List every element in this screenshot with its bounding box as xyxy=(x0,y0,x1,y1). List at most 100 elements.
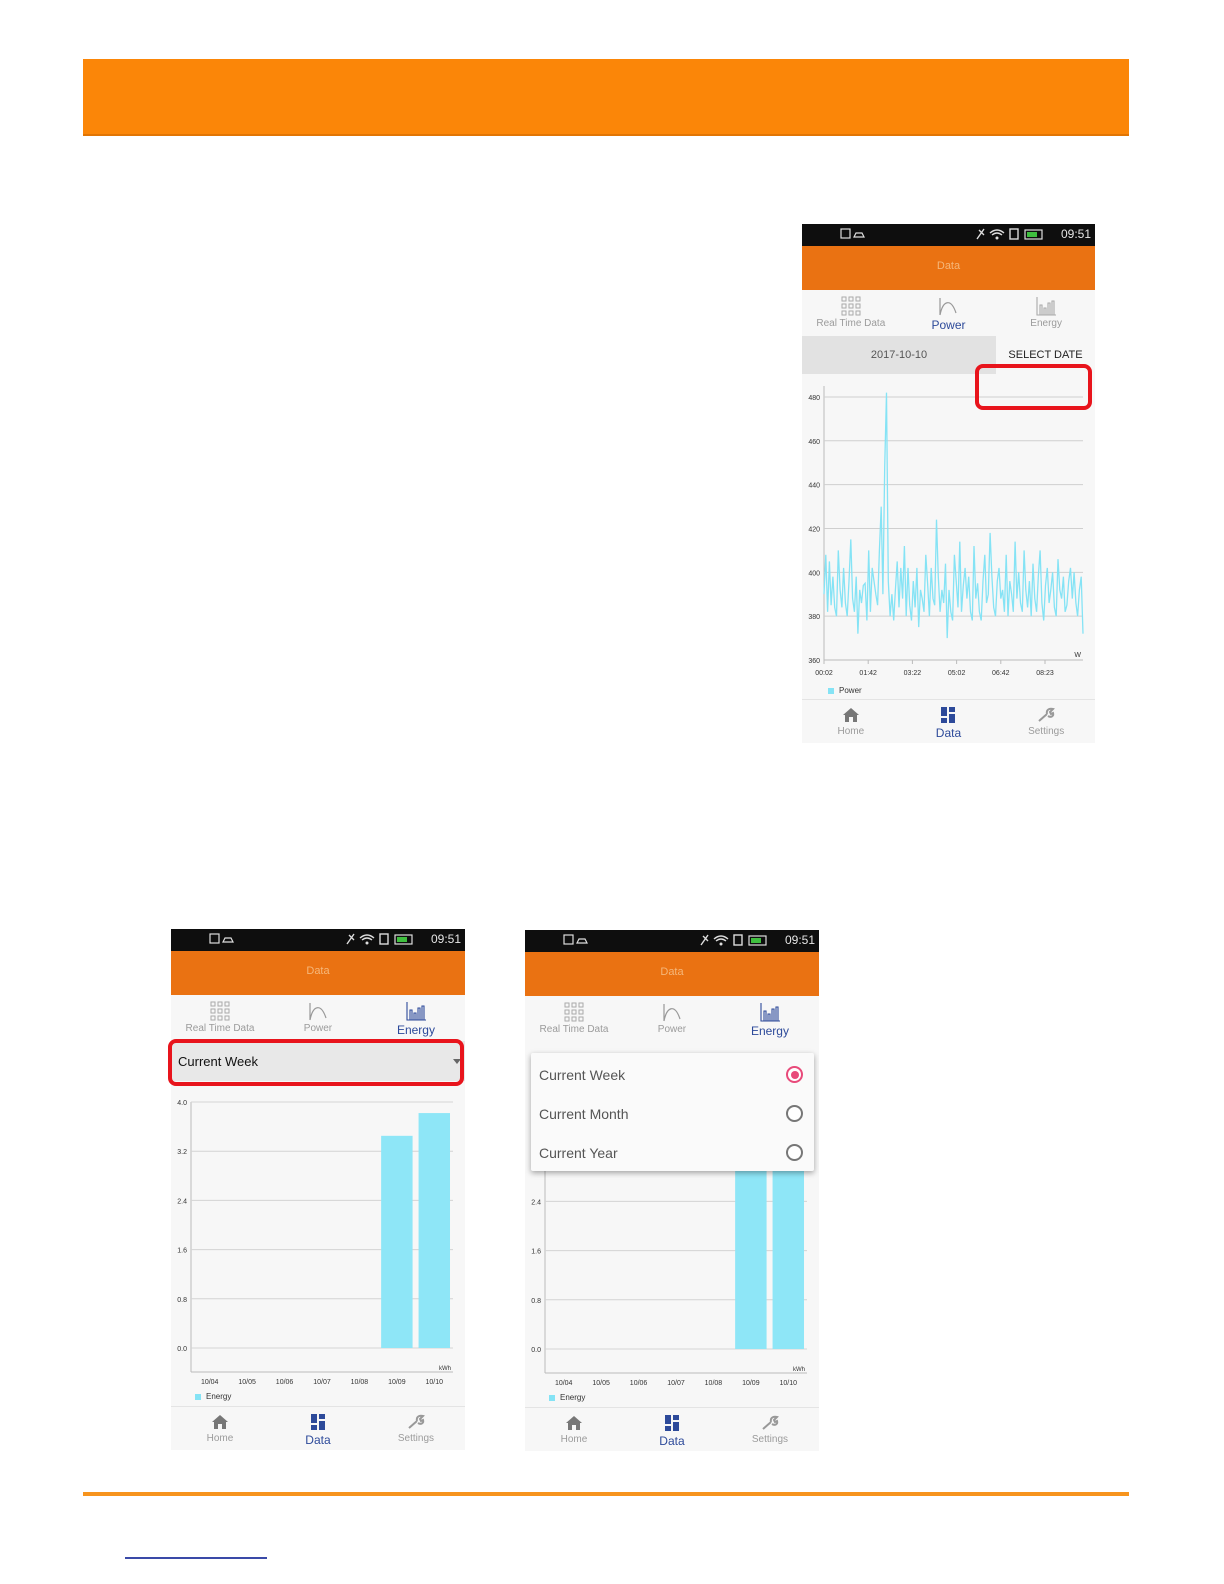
tab-real-time-data[interactable]: Real Time Data xyxy=(802,290,900,334)
option-current-year[interactable]: Current Year xyxy=(531,1133,814,1172)
x-tick-label: 10/08 xyxy=(351,1379,369,1386)
legend-label: Energy xyxy=(560,1393,586,1402)
footer-link-underline[interactable] xyxy=(125,1557,267,1559)
x-tick-label: 10/09 xyxy=(388,1379,406,1386)
y-tick-label: 0.0 xyxy=(177,1346,187,1353)
tab-real-time-data[interactable]: Real Time Data xyxy=(525,996,623,1040)
phone-energy-screen: 09:51 Data Real Time Data Power Energy C… xyxy=(171,929,465,1450)
status-time: 09:51 xyxy=(430,932,461,946)
legend-swatch xyxy=(828,688,834,694)
notification-icons xyxy=(563,934,588,945)
nav-settings[interactable]: Settings xyxy=(367,1407,465,1450)
tab-power[interactable]: Power xyxy=(900,290,998,334)
signal-battery-icons xyxy=(976,228,1043,240)
curve-icon xyxy=(939,298,958,316)
app-bar: Data xyxy=(525,952,819,996)
y-tick-label: 440 xyxy=(808,483,820,490)
x-tick-label: 00:02 xyxy=(815,670,833,677)
x-tick-label: 05:02 xyxy=(948,670,966,677)
y-tick-label: 2.4 xyxy=(531,1199,541,1206)
x-tick-label: 10/04 xyxy=(555,1380,573,1387)
x-tick-label: 03:22 xyxy=(904,670,922,677)
nav-settings[interactable]: Settings xyxy=(721,1408,819,1451)
nav-data[interactable]: Data xyxy=(269,1407,367,1450)
nav-data[interactable]: Data xyxy=(900,700,998,743)
wrench-icon xyxy=(408,1414,425,1429)
nav-data[interactable]: Data xyxy=(623,1408,721,1451)
x-tick-label: 10/06 xyxy=(276,1379,294,1386)
y-tick-label: 1.6 xyxy=(531,1249,541,1256)
notification-icons xyxy=(840,228,865,239)
y-tick-label: 460 xyxy=(808,439,820,446)
tab-power[interactable]: Power xyxy=(623,996,721,1040)
bar-chart-icon xyxy=(406,1002,426,1021)
unit-label: kWh xyxy=(793,1367,805,1373)
chart-legend: Energy xyxy=(195,1392,231,1401)
bottom-navigation: Home Data Settings xyxy=(802,699,1095,743)
radio-selected-icon[interactable] xyxy=(786,1066,803,1083)
phone-energy-dropdown-screen: 09:51 Data Real Time Data Power Energy 0… xyxy=(525,930,819,1451)
legend-label: Energy xyxy=(206,1392,232,1401)
y-tick-label: 0.8 xyxy=(177,1297,187,1304)
y-tick-label: 380 xyxy=(808,614,820,621)
chart-legend: Energy xyxy=(549,1393,585,1402)
x-tick-label: 10/10 xyxy=(780,1380,798,1387)
x-tick-label: 10/06 xyxy=(630,1380,648,1387)
y-tick-label: 420 xyxy=(808,526,820,533)
tab-energy[interactable]: Energy xyxy=(721,996,819,1040)
footer-rule xyxy=(83,1492,1129,1496)
nav-home[interactable]: Home xyxy=(171,1407,269,1450)
tab-real-time-data[interactable]: Real Time Data xyxy=(171,995,269,1039)
period-dropdown-menu: Current Week Current Month Current Year xyxy=(531,1053,814,1171)
home-icon xyxy=(211,1415,228,1429)
bottom-navigation: Home Data Settings xyxy=(525,1407,819,1451)
status-bar: 09:51 xyxy=(525,930,819,952)
wrench-icon xyxy=(762,1415,779,1430)
data-tabs: Real Time Data Power Energy xyxy=(171,995,465,1039)
y-tick-label: 2.4 xyxy=(177,1198,187,1205)
bottom-navigation: Home Data Settings xyxy=(171,1406,465,1450)
bar-chart-icon xyxy=(760,1003,780,1022)
tab-energy[interactable]: Energy xyxy=(367,995,465,1039)
x-tick-label: 10/04 xyxy=(201,1379,219,1386)
tab-power[interactable]: Power xyxy=(269,995,367,1039)
radio-unselected-icon[interactable] xyxy=(786,1144,803,1161)
x-tick-label: 06:42 xyxy=(992,670,1010,677)
nav-settings[interactable]: Settings xyxy=(997,700,1095,743)
unit-label: kWh xyxy=(439,1366,451,1372)
grid-icon xyxy=(564,1002,584,1022)
radio-unselected-icon[interactable] xyxy=(786,1105,803,1122)
y-tick-label: 4.0 xyxy=(177,1100,187,1107)
legend-swatch xyxy=(549,1395,555,1401)
x-tick-label: 08:23 xyxy=(1036,670,1054,677)
wrench-icon xyxy=(1038,707,1056,722)
dashboard-icon xyxy=(310,1414,325,1430)
y-tick-label: 1.6 xyxy=(177,1248,187,1255)
notification-icons xyxy=(209,933,234,944)
x-tick-label: 10/09 xyxy=(742,1380,760,1387)
grid-icon xyxy=(841,296,861,316)
highlight-select-date xyxy=(975,364,1092,410)
x-tick-label: 10/10 xyxy=(426,1379,444,1386)
signal-battery-icons xyxy=(346,933,413,945)
home-icon xyxy=(842,708,859,722)
energy-bar-chart: 0.0 0.8 1.6 2.4 3.2 4.0 10/04 10/05 10/06 10/07 10… xyxy=(177,1100,453,1386)
option-current-week[interactable]: Current Week xyxy=(531,1055,814,1094)
page-header-bar xyxy=(83,59,1129,136)
status-bar: 09:51 xyxy=(171,929,465,951)
data-tabs: Real Time Data Power Energy xyxy=(525,996,819,1040)
status-time: 09:51 xyxy=(784,933,815,947)
app-bar-title: Data xyxy=(660,966,684,978)
legend-swatch xyxy=(195,1394,201,1400)
curve-icon xyxy=(663,1004,681,1022)
dashboard-icon xyxy=(664,1415,679,1431)
home-icon xyxy=(565,1416,582,1430)
y-tick-label: 0.0 xyxy=(531,1347,541,1354)
power-line-chart: 360 380 400 420 440 460 480 00:02 01:42 03:22 05:0… xyxy=(808,386,1084,677)
x-tick-label: 01:42 xyxy=(859,670,877,677)
nav-home[interactable]: Home xyxy=(525,1408,623,1451)
tab-energy[interactable]: Energy xyxy=(997,290,1095,334)
app-bar-title: Data xyxy=(306,965,330,977)
nav-home[interactable]: Home xyxy=(802,700,900,743)
option-current-month[interactable]: Current Month xyxy=(531,1094,814,1133)
